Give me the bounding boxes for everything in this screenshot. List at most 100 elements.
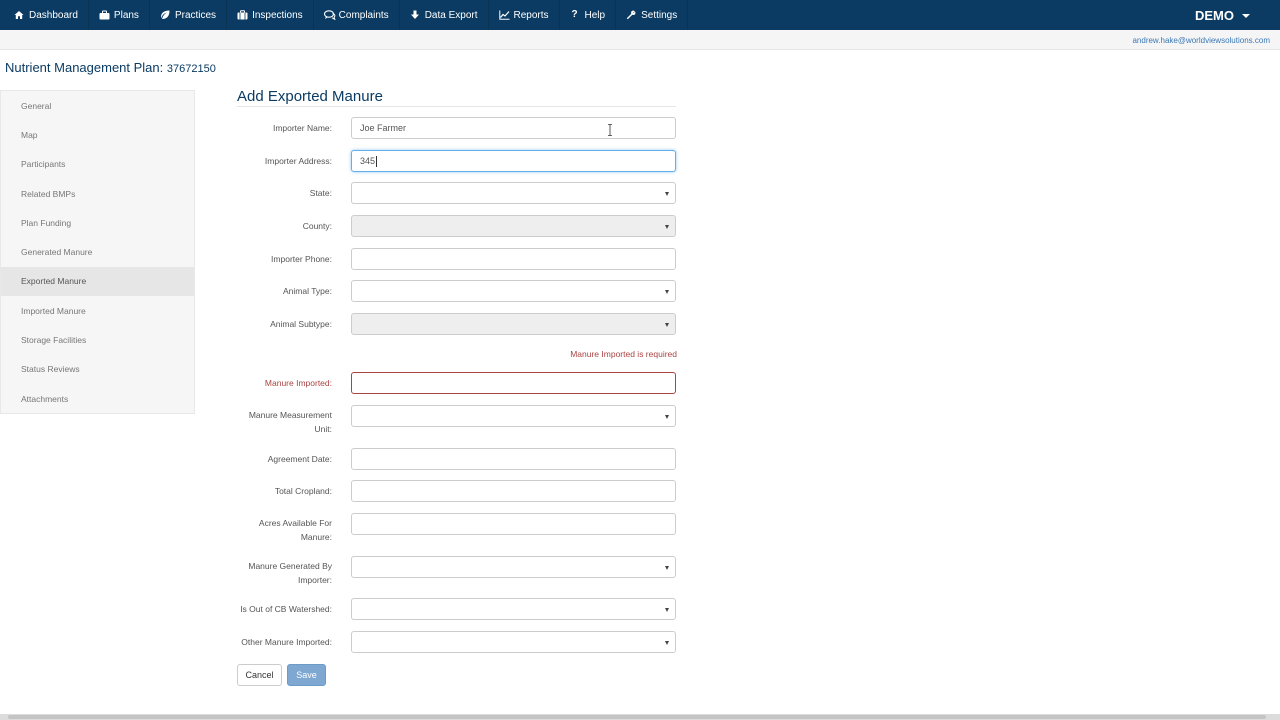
caret-down-icon [665, 192, 669, 196]
caret-down-icon [665, 641, 669, 645]
label-line: Manure Generated By [248, 561, 332, 571]
label-line: Importer: [297, 575, 332, 585]
nav-complaints[interactable]: Complaints [314, 0, 400, 30]
animal-subtype-select[interactable] [351, 313, 676, 335]
sidebar-item-exported-manure[interactable]: Exported Manure [1, 266, 194, 297]
text-caret [376, 155, 378, 167]
nav-label: Inspections [252, 9, 303, 21]
top-navbar: Dashboard Plans Practices Inspections Co… [0, 0, 1280, 30]
home-icon [14, 10, 24, 20]
suitcase-icon [237, 10, 248, 20]
county-label: County: [302, 221, 332, 231]
manure-imported-label: Manure Imported: [264, 378, 332, 388]
sidebar-item-participants[interactable]: Participants [1, 150, 194, 179]
caret-down-icon [665, 415, 669, 419]
other-manure-imported-select[interactable] [351, 631, 676, 653]
brand-dropdown[interactable]: DEMO [1195, 0, 1280, 30]
label-line: Manure Measurement [248, 410, 332, 420]
label-line: Acres Available For [258, 518, 332, 528]
cancel-button[interactable]: Cancel [237, 664, 282, 686]
animal-subtype-label: Animal Subtype: [270, 319, 332, 329]
acres-available-label: Acres Available For Manure: [237, 516, 332, 544]
county-select[interactable] [351, 215, 676, 237]
nav-data-export[interactable]: Data Export [400, 0, 489, 30]
form-divider [237, 106, 676, 107]
importer-name-value: Joe Farmer [360, 123, 407, 133]
total-cropland-input[interactable] [351, 480, 676, 502]
nav-label: Plans [113, 9, 139, 21]
scrollbar-thumb[interactable] [8, 715, 1266, 719]
page-title-text: Nutrient Management Plan: [5, 60, 164, 75]
sidebar-item-related-bmps[interactable]: Related BMPs [1, 179, 194, 208]
user-email-link[interactable]: andrew.hake@worldviewsolutions.com [1132, 36, 1270, 45]
nav-label: Data Export [424, 9, 478, 21]
state-label: State: [309, 188, 332, 198]
save-button[interactable]: Save [287, 664, 326, 686]
importer-name-label: Importer Name: [272, 123, 332, 133]
nav-help[interactable]: ? Help [560, 0, 617, 30]
out-of-cb-watershed-label: Is Out of CB Watershed: [240, 604, 332, 614]
nav-plans[interactable]: Plans [89, 0, 150, 30]
importer-phone-label: Importer Phone: [271, 254, 332, 264]
out-of-cb-watershed-select[interactable] [351, 598, 676, 620]
sidebar-item-generated-manure[interactable]: Generated Manure [1, 237, 194, 266]
nav-settings[interactable]: Settings [616, 0, 689, 30]
nav-label: Complaints [338, 9, 389, 21]
chevron-down-icon [1242, 14, 1250, 18]
caret-down-icon [665, 566, 669, 570]
nav-label: Help [584, 9, 606, 21]
nav-label: Reports [513, 9, 549, 21]
sidebar-item-status-reviews[interactable]: Status Reviews [1, 355, 194, 384]
sidebar-item-storage-facilities[interactable]: Storage Facilities [1, 325, 194, 354]
sidebar-item-attachments[interactable]: Attachments [1, 384, 194, 413]
sidebar-item-plan-funding[interactable]: Plan Funding [1, 208, 194, 237]
nav-label: Settings [641, 9, 678, 21]
line-chart-icon [498, 10, 509, 20]
sidebar-item-imported-manure[interactable]: Imported Manure [1, 296, 194, 325]
state-select[interactable] [351, 182, 676, 204]
importer-phone-input[interactable] [351, 248, 676, 270]
form-title: Add Exported Manure [237, 88, 383, 105]
agreement-date-label: Agreement Date: [267, 454, 332, 464]
acres-available-input[interactable] [351, 513, 676, 535]
page-title: Nutrient Management Plan: 37672150 [5, 60, 216, 75]
animal-type-label: Animal Type: [283, 286, 332, 296]
comments-icon [323, 10, 336, 21]
sidebar-item-map[interactable]: Map [1, 120, 194, 149]
nav-dashboard[interactable]: Dashboard [0, 0, 89, 30]
caret-down-icon [665, 225, 669, 229]
leaf-icon [160, 10, 170, 20]
caret-down-icon [665, 290, 669, 294]
importer-address-label: Importer Address: [264, 156, 332, 166]
horizontal-scrollbar[interactable] [0, 714, 1280, 720]
nav-inspections[interactable]: Inspections [227, 0, 314, 30]
wrench-icon [626, 10, 636, 20]
agreement-date-input[interactable] [351, 448, 676, 470]
manure-generated-by-importer-label: Manure Generated By Importer: [237, 559, 332, 587]
manure-measurement-unit-select[interactable] [351, 405, 676, 427]
other-manure-imported-label: Other Manure Imported: [241, 637, 332, 647]
sidebar: General Map Participants Related BMPs Pl… [0, 90, 195, 414]
brand-label: DEMO [1195, 7, 1234, 23]
nav-reports[interactable]: Reports [489, 0, 560, 30]
sidebar-item-general[interactable]: General [1, 91, 194, 120]
caret-down-icon [665, 323, 669, 327]
question-icon: ? [571, 9, 578, 20]
manure-measurement-unit-label: Manure Measurement Unit: [237, 408, 332, 436]
animal-type-select[interactable] [351, 280, 676, 302]
user-bar: andrew.hake@worldviewsolutions.com [0, 30, 1280, 50]
nav-practices[interactable]: Practices [150, 0, 228, 30]
plan-number: 37672150 [166, 63, 216, 75]
importer-name-input[interactable]: Joe Farmer [351, 117, 676, 139]
nav-label: Dashboard [29, 9, 78, 21]
manure-imported-input[interactable] [351, 372, 676, 394]
label-line: Manure: [300, 532, 332, 542]
caret-down-icon [665, 608, 669, 612]
importer-address-input[interactable]: 345 [351, 150, 676, 172]
importer-address-value: 345 [360, 156, 376, 166]
text-cursor-icon [608, 124, 612, 136]
manure-imported-error: Manure Imported is required [570, 349, 677, 359]
manure-generated-by-importer-select[interactable] [351, 556, 676, 578]
total-cropland-label: Total Cropland: [274, 486, 332, 496]
download-icon [410, 10, 420, 20]
